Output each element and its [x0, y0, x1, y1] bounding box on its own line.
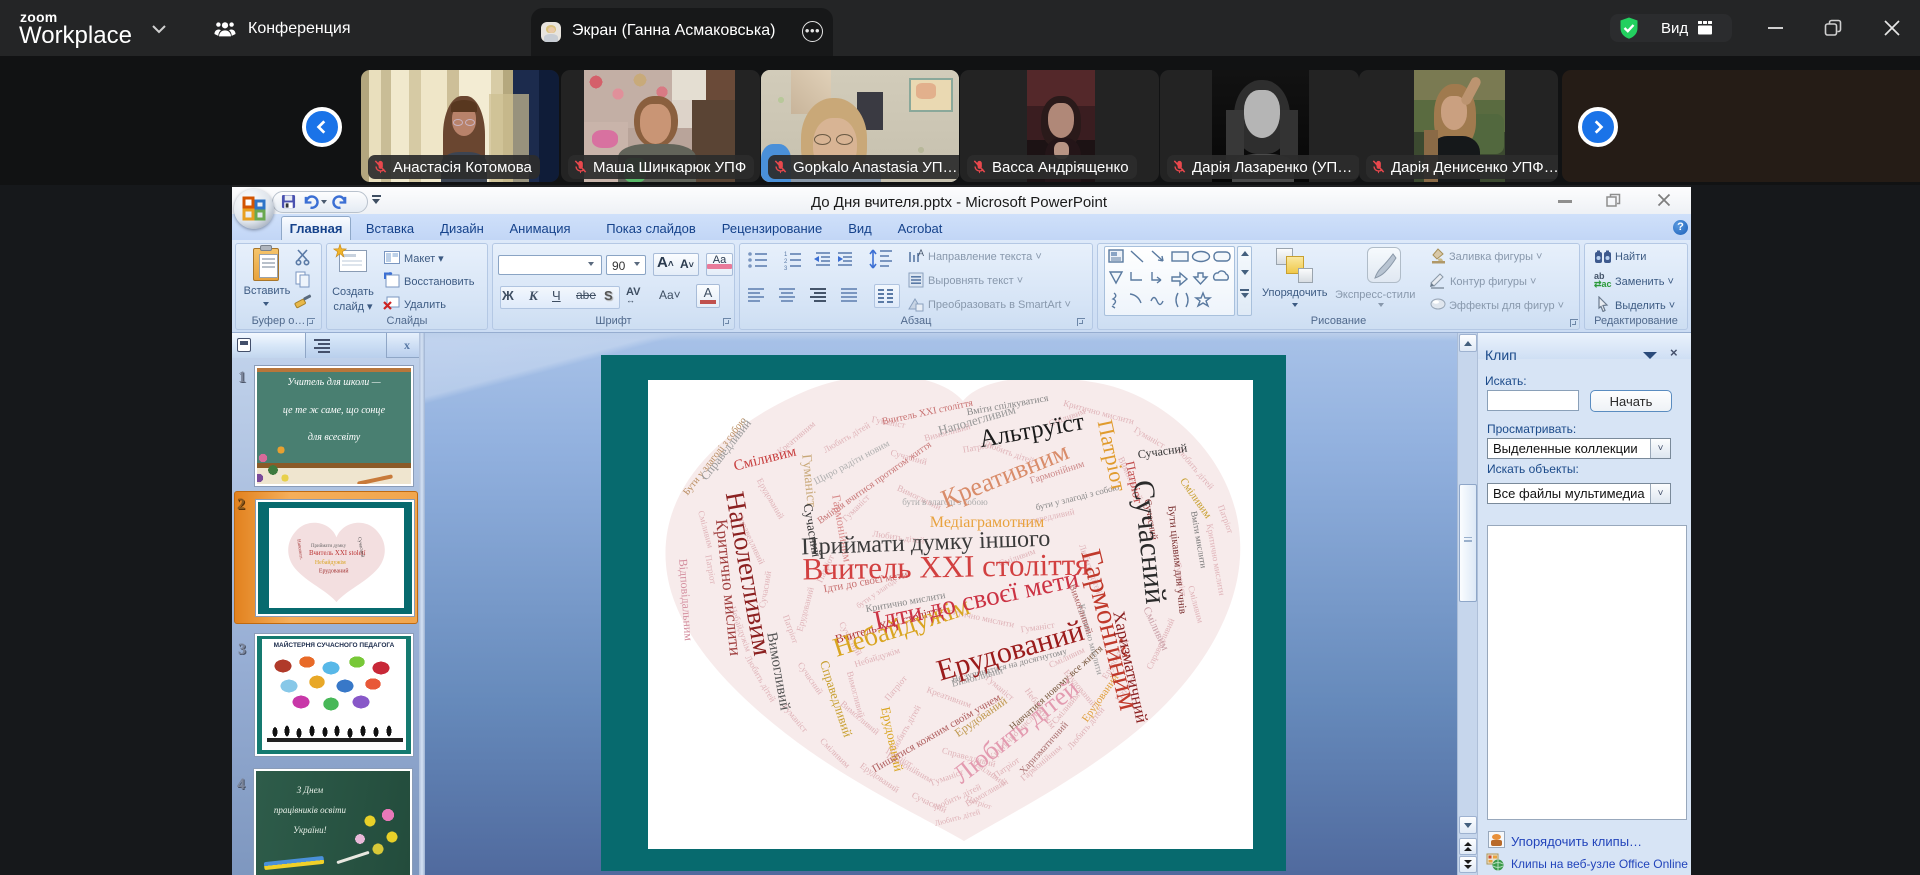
- svg-text:Вчитель XXI století: Вчитель XXI století: [309, 550, 366, 557]
- svg-text:A: A: [918, 248, 924, 258]
- svg-text:Ерудований: Ерудований: [319, 568, 349, 575]
- svg-text:1: 1: [784, 252, 788, 258]
- svg-text:Приймати думку: Приймати думку: [311, 544, 347, 549]
- svg-text:Небайдужім: Небайдужім: [315, 559, 346, 566]
- svg-text:3: 3: [784, 266, 788, 272]
- svg-text:2: 2: [784, 259, 788, 265]
- svg-text:Медіаграмотним: Медіаграмотним: [930, 514, 1044, 531]
